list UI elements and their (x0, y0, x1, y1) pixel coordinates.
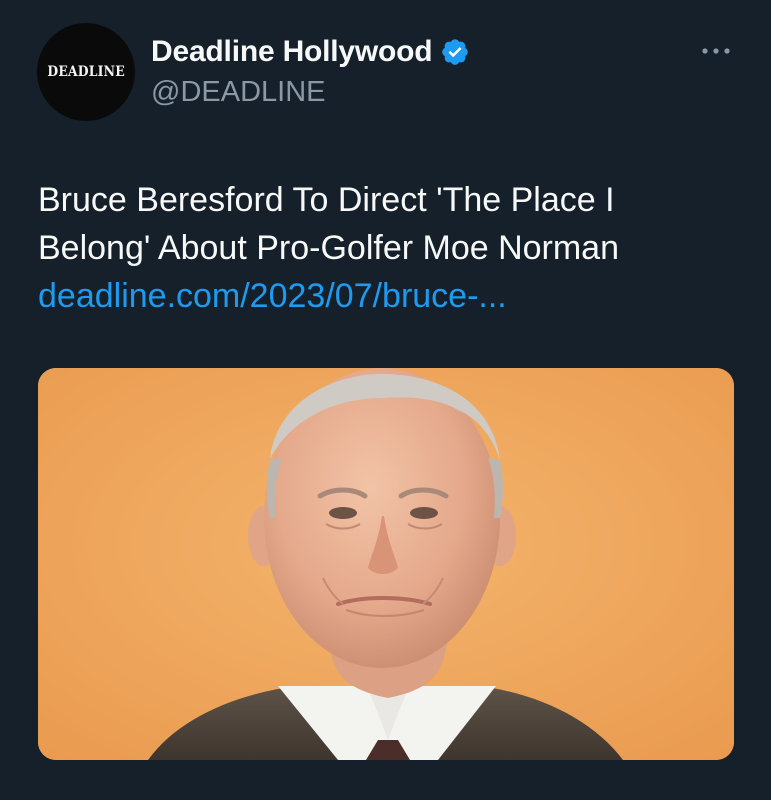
tweet-card[interactable]: DEADLINE Deadline Hollywood @DEADLINE Br… (0, 0, 771, 800)
tweet-text-line: Belong' About Pro-Golfer Moe Norman (38, 229, 620, 267)
display-name[interactable]: Deadline Hollywood (151, 35, 433, 69)
user-handle[interactable]: @DEADLINE (151, 76, 325, 109)
portrait-photo (38, 368, 734, 760)
more-options-icon (702, 48, 730, 54)
tweet-text-line: Bruce Beresford To Direct 'The Place I (38, 181, 615, 219)
tweet-link[interactable]: deadline.com/2023/07/bruce-... (38, 272, 728, 320)
display-name-row: Deadline Hollywood (151, 30, 470, 74)
media-photo[interactable] (38, 368, 734, 760)
tweet-text: Bruce Beresford To Direct 'The Place I B… (38, 176, 728, 320)
verified-badge-icon (440, 37, 470, 67)
avatar[interactable]: DEADLINE (37, 23, 135, 121)
avatar-wordmark: DEADLINE (47, 64, 125, 80)
more-options-button[interactable] (696, 36, 736, 66)
